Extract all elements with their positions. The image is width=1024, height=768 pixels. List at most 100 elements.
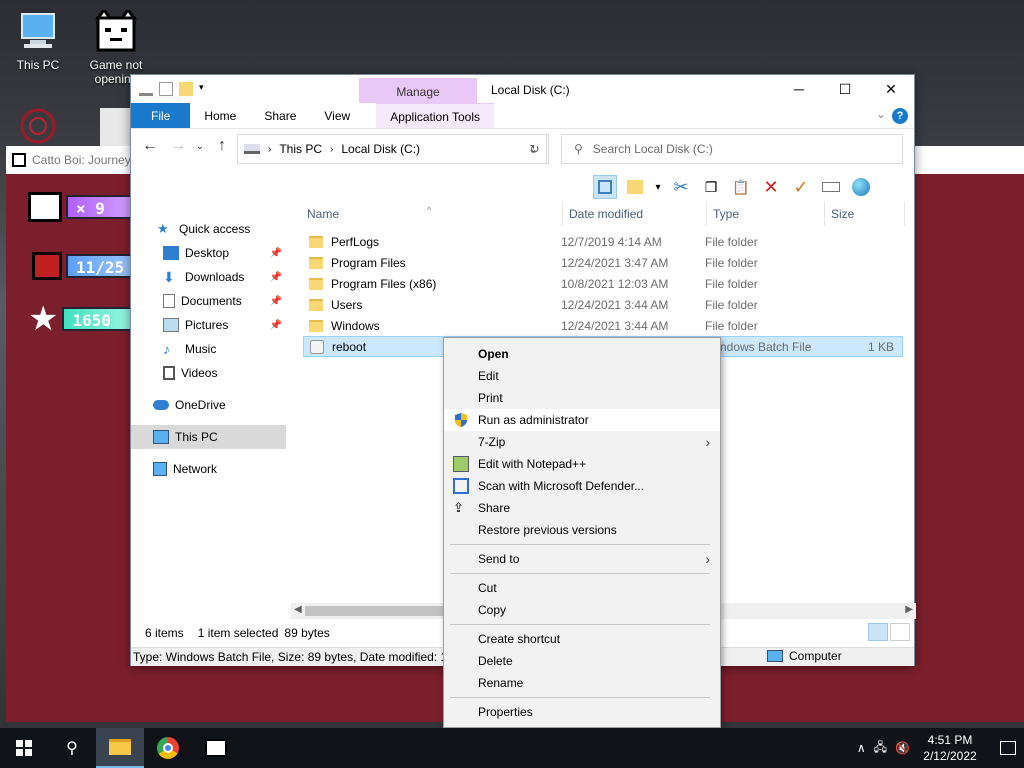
menu-edit[interactable]: Edit [444,365,720,387]
delete-icon[interactable]: ✕ [759,175,783,199]
volume-muted-icon[interactable]: 🔇 [895,741,910,755]
new-folder-icon[interactable] [179,82,193,96]
rename-icon[interactable] [819,175,843,199]
breadcrumb-separator: › [268,143,272,155]
nav-this-pc[interactable]: This PC [131,425,286,449]
scroll-right-icon[interactable]: ▶ [905,604,913,615]
tab-home[interactable]: Home [190,103,250,128]
column-header-size[interactable]: Size [825,202,905,226]
nav-videos[interactable]: Videos [131,361,286,385]
settings-gear-icon[interactable] [100,108,132,146]
nav-pictures[interactable]: Pictures 📌 [131,313,286,337]
up-button[interactable]: ↑ [211,137,233,155]
properties-icon[interactable] [159,82,173,96]
pin-icon[interactable]: 📌 [270,272,282,283]
menu-create-shortcut[interactable]: Create shortcut [444,628,720,650]
tab-share[interactable]: Share [250,103,310,128]
start-button[interactable] [0,728,48,768]
copy-icon[interactable]: ❐ [699,175,723,199]
paste-folder-icon[interactable] [623,175,647,199]
cut-icon[interactable]: ✂ [669,175,693,199]
back-button[interactable]: ← [139,137,161,155]
show-hidden-icons-icon[interactable]: ∧ [857,741,866,755]
column-header-date[interactable]: Date modified [563,202,707,226]
column-header-name[interactable]: ^ Name [301,202,563,226]
menu-print[interactable]: Print [444,387,720,409]
file-row-users[interactable]: Users 12/24/2021 3:44 AM File folder [303,294,903,315]
title-bar[interactable]: ▾ Manage Local Disk (C:) ─ ☐ ✕ [131,75,914,103]
refresh-button[interactable]: ↻ [521,134,549,164]
menu-delete[interactable]: Delete [444,650,720,672]
file-row-windows[interactable]: Windows 12/24/2021 3:44 AM File folder [303,315,903,336]
expand-ribbon-icon[interactable]: ⌄ [876,107,886,121]
recent-locations-button[interactable]: ⌄ [195,141,205,152]
file-row-program-files[interactable]: Program Files 12/24/2021 3:47 AM File fo… [303,252,903,273]
nav-music[interactable]: ♪ Music [131,337,286,361]
menu-edit-with-notepad-plus-plus[interactable]: Edit with Notepad++ [444,453,720,475]
nav-label: OneDrive [175,398,226,412]
preview-pane-icon[interactable] [593,175,617,199]
network-status-icon[interactable]: 🖧 [874,738,887,759]
details-view-button[interactable] [868,623,888,641]
nav-quick-access[interactable]: ★ Quick access [131,217,286,241]
column-header-type[interactable]: Type [707,202,825,226]
checkmark-icon[interactable]: ✓ [789,175,813,199]
maximize-button[interactable]: ☐ [822,75,868,103]
menu-share[interactable]: ⇪ Share [444,497,720,519]
globe-icon[interactable] [849,175,873,199]
menu-rename[interactable]: Rename [444,672,720,694]
search-button[interactable]: ⚲ [48,728,96,768]
nav-documents[interactable]: Documents 📌 [131,289,286,313]
address-bar[interactable]: › This PC › Local Disk (C:) ⌄ [237,134,547,164]
column-headers: ^ Name Date modified Type Size [301,202,911,226]
close-button[interactable]: ✕ [868,75,914,103]
customize-qat-icon[interactable]: ▾ [199,82,213,96]
taskbar-file-explorer[interactable] [96,728,144,768]
red-mandala-icon[interactable] [16,106,60,146]
search-box[interactable]: ⚲ Search Local Disk (C:) [561,134,903,164]
menu-cut[interactable]: Cut [444,577,720,599]
menu-7zip[interactable]: 7-Zip › [444,431,720,453]
help-icon[interactable]: ? [892,108,908,124]
breadcrumb-this-pc[interactable]: This PC [279,142,322,156]
menu-open[interactable]: Open [444,343,720,365]
paste-icon[interactable]: 📋 [729,175,753,199]
nav-downloads[interactable]: ⬇ Downloads 📌 [131,265,286,289]
forward-button[interactable]: → [167,137,189,155]
nav-label: Documents [181,294,242,308]
dropdown-icon[interactable]: ▾ [653,175,663,199]
clock[interactable]: 4:51 PM 2/12/2022 [918,732,982,764]
file-type: File folder [705,318,758,333]
pin-icon[interactable]: 📌 [270,320,282,331]
nav-onedrive[interactable]: OneDrive [131,393,286,417]
scroll-left-icon[interactable]: ◀ [294,604,302,615]
desktop-icon-this-pc[interactable]: This PC [6,10,70,72]
tab-application-tools[interactable]: Application Tools [376,103,495,128]
scrollbar-thumb[interactable] [305,606,455,616]
menu-restore-previous-versions[interactable]: Restore previous versions [444,519,720,541]
menu-properties[interactable]: Properties [444,701,720,723]
tab-view[interactable]: View [310,103,364,128]
menu-run-as-administrator[interactable]: Run as administrator [444,409,720,431]
breadcrumb-local-disk[interactable]: Local Disk (C:) [341,142,420,156]
file-row-program-files-x86[interactable]: Program Files (x86) 10/8/2021 12:03 AM F… [303,273,903,294]
drive-icon[interactable] [139,82,153,96]
notifications-icon[interactable] [1000,741,1016,755]
tab-manage[interactable]: Manage [359,78,477,103]
large-icons-view-button[interactable] [890,623,910,641]
menu-scan-with-defender[interactable]: Scan with Microsoft Defender... [444,475,720,497]
file-row-perflogs[interactable]: PerfLogs 12/7/2019 4:14 AM File folder [303,231,903,252]
defender-icon [453,478,469,494]
file-name: PerfLogs [331,234,380,249]
pin-icon[interactable]: 📌 [270,248,282,259]
menu-copy[interactable]: Copy [444,599,720,621]
search-input[interactable]: Search Local Disk (C:) [593,142,713,156]
taskbar-game[interactable] [192,728,240,768]
taskbar-chrome[interactable] [144,728,192,768]
nav-network[interactable]: Network [131,457,286,481]
nav-desktop[interactable]: Desktop 📌 [131,241,286,265]
minimize-button[interactable]: ─ [776,75,822,103]
menu-send-to[interactable]: Send to › [444,548,720,570]
tab-file[interactable]: File [131,103,191,128]
pin-icon[interactable]: 📌 [270,296,282,307]
